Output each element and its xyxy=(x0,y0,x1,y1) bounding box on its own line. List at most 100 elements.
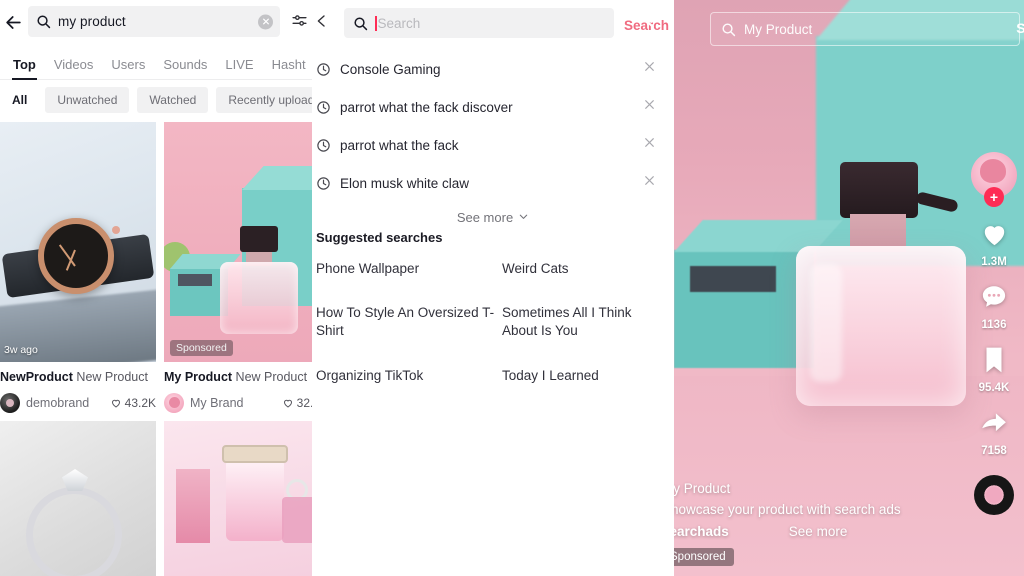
caption-see-more[interactable]: See more xyxy=(789,524,848,539)
caption-title: My Product xyxy=(668,481,731,496)
tab-live[interactable]: LIVE xyxy=(216,57,262,79)
video-card[interactable]: 3w ago NewProduct New Product demobrand xyxy=(0,122,156,413)
suggestion-item[interactable]: Today I Learned xyxy=(502,367,666,385)
clock-icon xyxy=(316,176,340,191)
chevron-down-icon xyxy=(518,210,529,225)
video-meta: NewProduct New Product demobrand 43.2K xyxy=(0,362,156,413)
grid-row: 3w ago NewProduct New Product demobrand xyxy=(0,122,324,413)
video-author-row[interactable]: My Brand 32.4 xyxy=(164,393,320,413)
bookmark-button[interactable]: 95.4K xyxy=(979,345,1009,394)
caption-hashtag[interactable]: searchads xyxy=(668,524,729,539)
tab-hashtags[interactable]: Hasht xyxy=(263,57,315,79)
close-icon[interactable] xyxy=(643,136,656,154)
avatar xyxy=(164,393,184,413)
search-suggestions-panel: Search Search Console Gaming parrot what… xyxy=(312,0,674,576)
like-count-value: 43.2K xyxy=(124,396,156,410)
screenshot-stage: my product Top Videos Users Sounds LIVE … xyxy=(0,0,1024,576)
search-icon xyxy=(721,22,736,37)
search-input[interactable]: my product xyxy=(28,6,280,37)
like-count: 43.2K xyxy=(110,396,156,410)
video-thumbnail[interactable]: 3w ago xyxy=(0,122,156,362)
tab-users[interactable]: Users xyxy=(102,57,154,79)
history-item-label: parrot what the fack xyxy=(340,137,459,153)
player-search-button[interactable]: Search xyxy=(1016,20,1024,36)
chip-unwatched[interactable]: Unwatched xyxy=(45,87,130,113)
author-name: demobrand xyxy=(26,396,90,410)
caption-row: searchads See more xyxy=(668,524,962,539)
video-title-rest: New Product xyxy=(76,370,148,384)
share-count: 7158 xyxy=(981,445,1007,457)
plus-icon[interactable]: + xyxy=(984,187,1004,207)
creator-avatar[interactable]: + xyxy=(971,152,1017,207)
close-icon[interactable] xyxy=(643,98,656,116)
video-age-label: 3w ago xyxy=(4,344,38,356)
product-bottle xyxy=(796,246,966,406)
chip-all[interactable]: All xyxy=(4,87,37,113)
suggestion-item[interactable]: Sometimes All I Think About Is You xyxy=(502,304,666,340)
video-author-row[interactable]: demobrand 43.2K xyxy=(0,393,156,413)
see-more-button[interactable]: See more xyxy=(312,202,674,232)
video-title-bold: NewProduct xyxy=(0,370,73,384)
video-card[interactable] xyxy=(164,421,320,576)
history-item-label: Console Gaming xyxy=(340,61,441,77)
suggestions-search-button[interactable]: Search xyxy=(624,18,669,33)
tab-sounds[interactable]: Sounds xyxy=(154,57,216,79)
history-item-label: parrot what the fack discover xyxy=(340,99,513,115)
video-player-panel[interactable]: My Product Search + 1.3M 1136 xyxy=(668,0,1024,576)
video-thumbnail[interactable]: Sponsored xyxy=(164,122,320,362)
suggestion-item[interactable]: Phone Wallpaper xyxy=(316,260,502,278)
chip-watched[interactable]: Watched xyxy=(137,87,209,113)
music-disc-icon[interactable] xyxy=(974,475,1014,515)
suggestion-item[interactable]: Organizing TikTok xyxy=(316,367,502,385)
avatar xyxy=(0,393,20,413)
bookmark-icon xyxy=(981,345,1007,380)
heart-icon xyxy=(283,399,292,408)
video-title: My Product New Product xyxy=(164,370,320,385)
suggestion-item[interactable]: Weird Cats xyxy=(502,260,666,278)
back-arrow-icon[interactable] xyxy=(0,0,26,44)
video-card[interactable] xyxy=(0,421,156,576)
clock-icon xyxy=(316,100,340,115)
video-caption: My Product Showcase your product with se… xyxy=(668,481,962,566)
filter-sliders-icon[interactable] xyxy=(291,12,308,34)
history-item[interactable]: parrot what the fack discover xyxy=(312,88,674,126)
clear-icon[interactable] xyxy=(258,14,273,29)
chevron-left-icon[interactable] xyxy=(314,12,329,35)
video-thumbnail[interactable] xyxy=(0,421,156,576)
suggestions-search-input[interactable]: Search xyxy=(344,8,614,38)
search-results-panel: my product Top Videos Users Sounds LIVE … xyxy=(0,0,324,576)
like-button[interactable]: 1.3M xyxy=(979,218,1010,268)
comment-button[interactable]: 1136 xyxy=(979,282,1009,331)
filter-chips: All Unwatched Watched Recently uploaded xyxy=(0,82,324,118)
grid-row xyxy=(0,421,324,576)
caption-description: Showcase your product with search ads xyxy=(668,502,901,517)
search-input-value: my product xyxy=(58,14,126,29)
video-meta: My Product New Product My Brand 32.4 xyxy=(164,362,320,413)
search-icon xyxy=(36,14,51,29)
action-rail: + 1.3M 1136 95.4K 7158 xyxy=(968,152,1020,515)
share-button[interactable]: 7158 xyxy=(979,408,1009,457)
search-placeholder: Search xyxy=(377,15,421,31)
comment-count: 1136 xyxy=(981,319,1007,331)
result-tabs: Top Videos Users Sounds LIVE Hasht xyxy=(0,44,324,80)
like-count: 1.3M xyxy=(981,256,1007,268)
tab-videos[interactable]: Videos xyxy=(45,57,103,79)
player-search-value: My Product xyxy=(744,21,813,37)
close-icon[interactable] xyxy=(643,60,656,78)
product-cap xyxy=(840,162,918,218)
share-icon xyxy=(979,408,1009,443)
background-gift-box xyxy=(674,250,814,368)
chip-recently-uploaded[interactable]: Recently uploaded xyxy=(216,87,324,113)
video-card[interactable]: Sponsored My Product New Product My Bran… xyxy=(164,122,320,413)
comment-icon xyxy=(979,282,1009,317)
video-thumbnail[interactable] xyxy=(164,421,320,576)
tab-top[interactable]: Top xyxy=(4,57,45,80)
suggested-searches-title: Suggested searches xyxy=(316,230,443,245)
suggestion-item[interactable]: How To Style An Oversized T-Shirt xyxy=(316,304,502,340)
player-search-input[interactable]: My Product Search xyxy=(710,12,1024,46)
history-item[interactable]: Console Gaming xyxy=(312,50,674,88)
history-item[interactable]: parrot what the fack xyxy=(312,126,674,164)
history-item[interactable]: Elon musk white claw xyxy=(312,164,674,202)
close-icon[interactable] xyxy=(643,174,656,192)
heart-icon xyxy=(979,218,1010,254)
